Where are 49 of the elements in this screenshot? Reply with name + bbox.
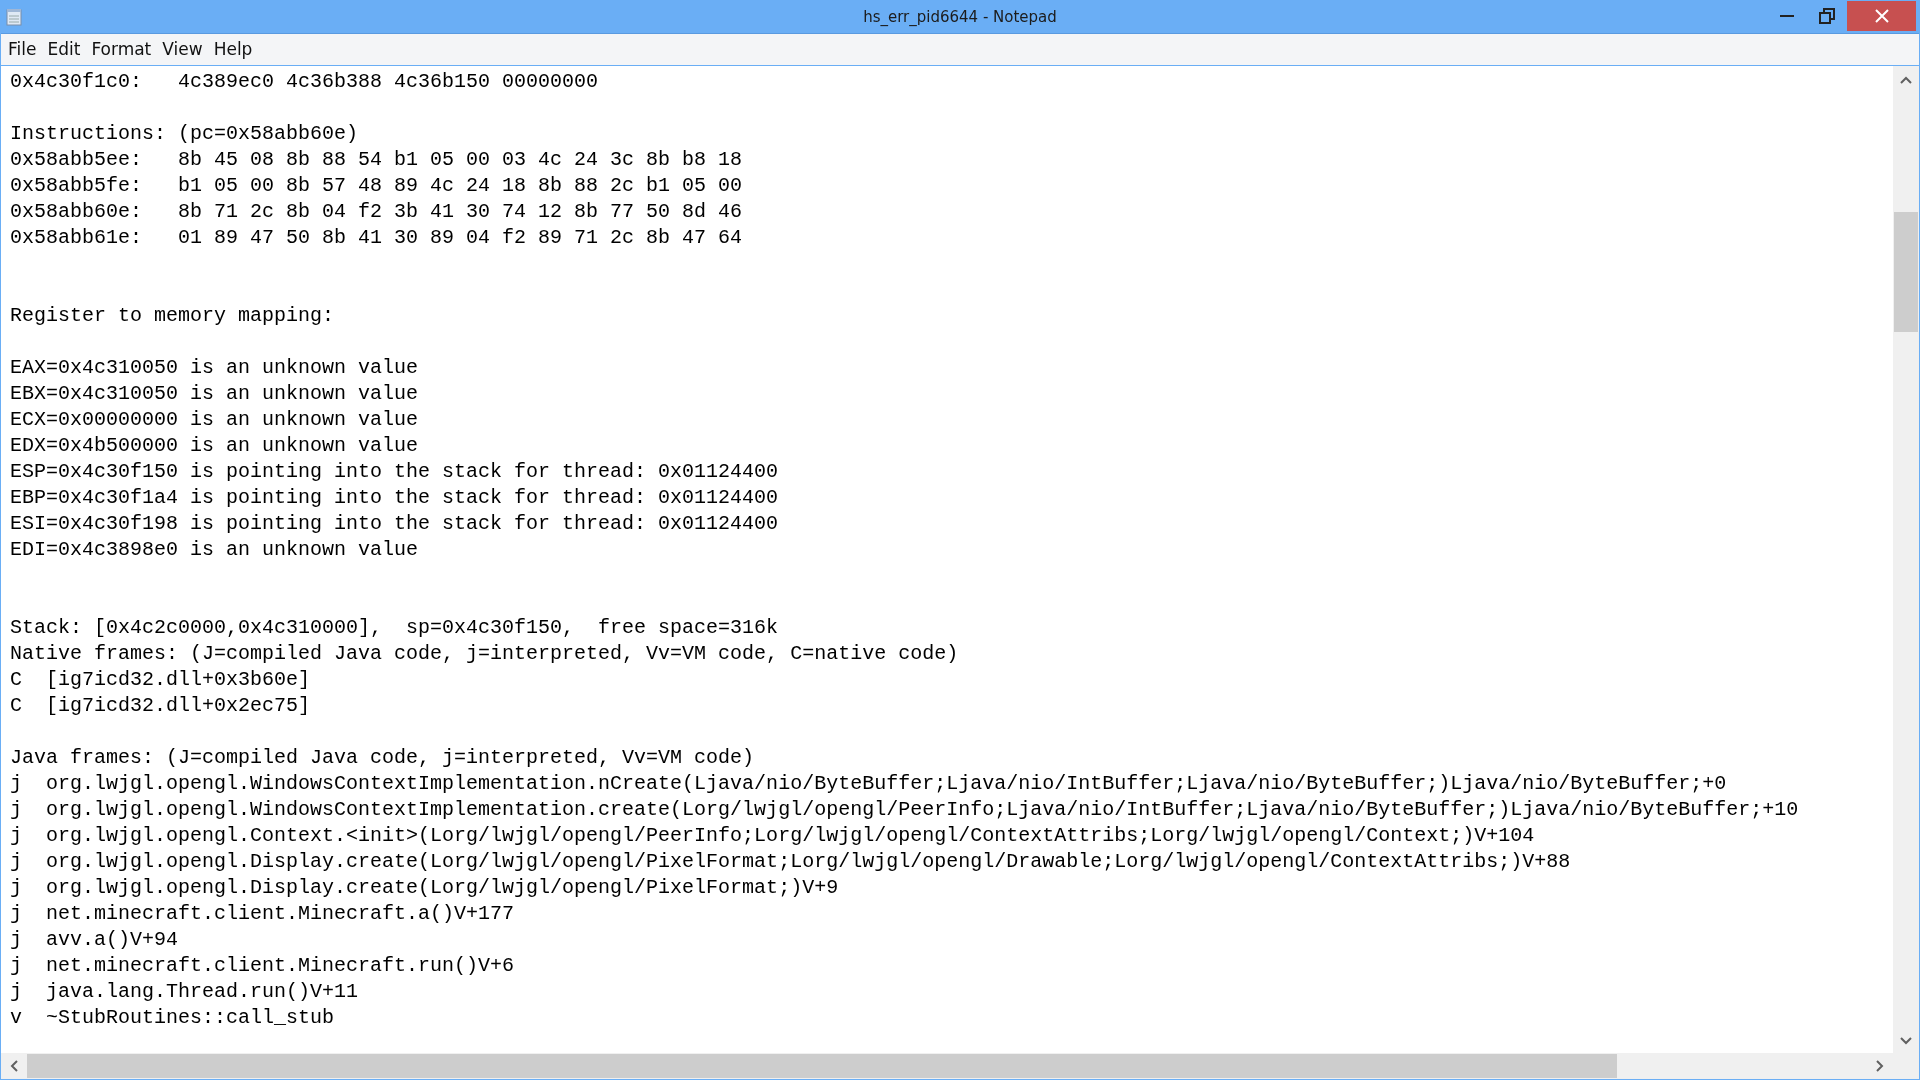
horizontal-scrollbar[interactable] bbox=[1, 1053, 1893, 1079]
minimize-icon bbox=[1780, 15, 1794, 17]
text-line: 0x58abb5fe: b1 05 00 8b 57 48 89 4c 24 18 8b 88 2c b1 05 00 bbox=[10, 173, 743, 199]
scrollbar-thumb[interactable] bbox=[27, 1054, 1617, 1078]
text-line: 0x58abb5ee: 8b 45 08 8b 88 54 b1 05 00 03 4c 24 3c 8b b8 18 bbox=[10, 147, 743, 173]
text-line: ESI=0x4c30f198 is pointing into the stack for thread: 0x01124400 bbox=[10, 511, 779, 537]
text-line: Instructions: (pc=0x58abb60e) bbox=[10, 121, 359, 147]
scrollbar-thumb[interactable] bbox=[1894, 212, 1918, 332]
menu-item[interactable]: File bbox=[3, 37, 43, 62]
text-line: j org.lwjgl.opengl.WindowsContextImplementation.create(Lorg/lwjgl/opengl/PeerInfo;Ljava/nio/IntBuffer;Ljava/nio/ByteBuffer;)Ljava/nio/ByteBuffer;+10 bbox=[10, 797, 1799, 823]
text-line: j org.lwjgl.opengl.Display.create(Lorg/lwjgl/opengl/PixelFormat;)V+9 bbox=[10, 875, 839, 901]
text-line: j org.lwjgl.opengl.Display.create(Lorg/lwjgl/opengl/PixelFormat;Lorg/lwjgl/opengl/Drawable;Lorg/lwjgl/opengl/ContextAttribs;)V+88 bbox=[10, 849, 1571, 875]
menu-item[interactable]: View bbox=[157, 37, 209, 62]
notepad-icon bbox=[6, 8, 22, 26]
restore-icon bbox=[1819, 8, 1835, 24]
window-title: hs_err_pid6644 - Notepad bbox=[863, 8, 1057, 26]
text-line: j org.lwjgl.opengl.WindowsContextImplementation.nCreate(Ljava/nio/ByteBuffer;Ljava/nio/IntBuffer;Ljava/nio/ByteBuffer;)Ljava/nio/ByteBuffer;+0 bbox=[10, 771, 1727, 797]
vertical-scrollbar[interactable] bbox=[1893, 66, 1919, 1053]
text-line: 0x58abb60e: 8b 71 2c 8b 04 f2 3b 41 30 74 12 8b 77 50 8d 46 bbox=[10, 199, 743, 225]
text-line: Native frames: (J=compiled Java code, j=interpreted, Vv=VM code, C=native code) bbox=[10, 641, 959, 667]
menu-item[interactable]: Edit bbox=[42, 37, 87, 62]
scroll-down-icon[interactable] bbox=[1900, 1037, 1912, 1045]
text-line: Register to memory mapping: bbox=[10, 303, 335, 329]
scroll-right-icon[interactable] bbox=[1876, 1060, 1884, 1072]
text-line: C [ig7icd32.dll+0x2ec75] bbox=[10, 693, 311, 719]
text-line: j net.minecraft.client.Minecraft.a()V+177 bbox=[10, 901, 515, 927]
text-line: 0x4c30f1c0: 4c389ec0 4c36b388 4c36b150 00000000 bbox=[10, 69, 599, 95]
menu-item[interactable]: Help bbox=[208, 37, 259, 62]
text-line: j avv.a()V+94 bbox=[10, 927, 179, 953]
text-line: Stack: [0x4c2c0000,0x4c310000], sp=0x4c30f150, free space=316k bbox=[10, 615, 779, 641]
scroll-up-icon[interactable] bbox=[1900, 76, 1912, 84]
text-line: EDI=0x4c3898e0 is an unknown value bbox=[10, 537, 419, 563]
text-line: j org.lwjgl.opengl.Context.<init>(Lorg/lwjgl/opengl/PeerInfo;Lorg/lwjgl/opengl/ContextAttribs;Lorg/lwjgl/opengl/Context;)V+104 bbox=[10, 823, 1535, 849]
text-line: v ~StubRoutines::call_stub bbox=[10, 1005, 335, 1031]
text-line: 0x58abb61e: 01 89 47 50 8b 41 30 89 04 f2 89 71 2c 8b 47 64 bbox=[10, 225, 743, 251]
close-icon bbox=[1874, 9, 1889, 23]
text-line: EDX=0x4b500000 is an unknown value bbox=[10, 433, 419, 459]
text-line: ESP=0x4c30f150 is pointing into the stack for thread: 0x01124400 bbox=[10, 459, 779, 485]
text-line: EBP=0x4c30f1a4 is pointing into the stack for thread: 0x01124400 bbox=[10, 485, 779, 511]
text-line: j java.lang.Thread.run()V+11 bbox=[10, 979, 359, 1005]
text-line: ECX=0x00000000 is an unknown value bbox=[10, 407, 419, 433]
menu-item[interactable]: Format bbox=[86, 37, 158, 62]
close-button[interactable] bbox=[1847, 1, 1916, 31]
text-line: EBX=0x4c310050 is an unknown value bbox=[10, 381, 419, 407]
text-line: j net.minecraft.client.Minecraft.run()V+6 bbox=[10, 953, 515, 979]
text-line: Java frames: (J=compiled Java code, j=interpreted, Vv=VM code) bbox=[10, 745, 755, 771]
text-line: C [ig7icd32.dll+0x3b60e] bbox=[10, 667, 311, 693]
scroll-left-icon[interactable] bbox=[10, 1060, 18, 1072]
text-line: EAX=0x4c310050 is an unknown value bbox=[10, 355, 419, 381]
